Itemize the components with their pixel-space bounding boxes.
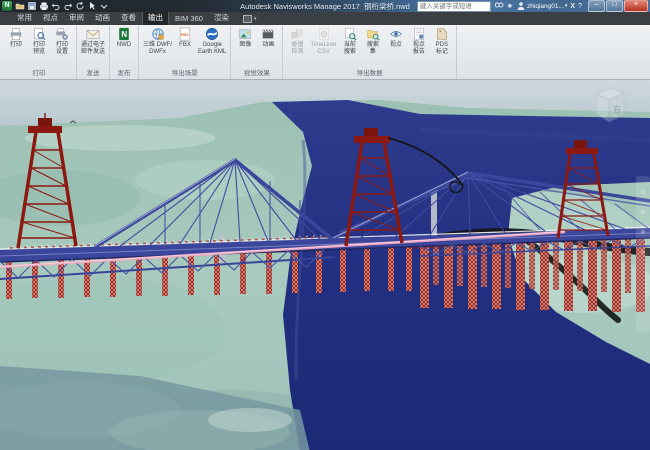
- export-dwf-button[interactable]: 三维 DWF/ DWFx: [142, 26, 173, 55]
- export-google-earth-button[interactable]: Google Earth KML: [197, 26, 227, 55]
- timeliner-csv-icon: [317, 27, 331, 41]
- group-export-data: 碰撞 检测 TimeLiner CSV 当前 搜索 搜索 集 视点: [283, 26, 456, 79]
- google-earth-icon: [205, 27, 219, 41]
- print-preview-icon: [32, 27, 46, 41]
- group-label-visuals: 视觉效果: [234, 66, 279, 79]
- print-icon[interactable]: [39, 1, 49, 11]
- tab-home[interactable]: 常用: [12, 11, 37, 25]
- ribbon-panel-icon[interactable]: [243, 15, 252, 23]
- 3d-scene-viewport[interactable]: 右: [0, 80, 650, 450]
- redo-icon[interactable]: [63, 1, 73, 11]
- viewcube-face-label: 右: [613, 104, 621, 114]
- group-export-scene: 三维 DWF/ DWFx FBX FBX Google Earth KML 导出…: [139, 26, 231, 79]
- infocenter-search-input[interactable]: [417, 1, 491, 12]
- export-image-button[interactable]: 图像: [234, 26, 256, 49]
- ribbon-minimize-caret-icon[interactable]: ▾: [254, 16, 257, 22]
- fbx-icon: FBX: [178, 27, 192, 41]
- publish-nwd-button[interactable]: N NWD: [113, 26, 135, 49]
- group-label-print: 打印: [5, 66, 73, 79]
- save-icon[interactable]: [27, 1, 37, 11]
- search-dropdown-icon[interactable]: [494, 1, 504, 11]
- export-pds-tags-button[interactable]: PDS 标记: [431, 26, 453, 55]
- export-clash-tests-button: 碰撞 检测: [286, 26, 308, 55]
- refresh-icon[interactable]: [75, 1, 85, 11]
- export-current-search-button[interactable]: 当前 搜索: [339, 26, 361, 55]
- search-sets-icon: [366, 27, 380, 41]
- document-title: 钢桁梁桥.nwd: [364, 2, 410, 11]
- svg-text:FBX: FBX: [181, 32, 189, 37]
- export-viewpoint-report-button[interactable]: 视点 报告: [408, 26, 430, 55]
- viewpoint-report-icon: [412, 27, 426, 41]
- animation-icon: [261, 27, 275, 41]
- export-search-sets-button[interactable]: 搜索 集: [362, 26, 384, 55]
- navisworks-window: N Autodesk Navisworks Manage 2017 钢桁梁桥.n…: [0, 0, 650, 450]
- group-publish: N NWD 发布: [110, 26, 139, 79]
- tab-bim360[interactable]: BIM 360: [170, 13, 208, 25]
- tab-review[interactable]: 审阅: [64, 11, 89, 25]
- navigation-bar[interactable]: [636, 176, 650, 332]
- print-preview-button[interactable]: 打印 预览: [28, 26, 50, 55]
- email-icon: [86, 27, 100, 41]
- exchange-apps-icon[interactable]: X: [570, 2, 575, 11]
- qat-more-icon[interactable]: [99, 1, 109, 11]
- group-label-publish: 发布: [113, 66, 135, 79]
- image-icon: [238, 27, 252, 41]
- tab-animation[interactable]: 动画: [90, 11, 115, 25]
- sign-in-button[interactable]: zhiqiang01... ▾: [516, 1, 567, 11]
- group-label-export-data: 导出数据: [286, 66, 452, 79]
- quick-access-toolbar: [15, 1, 109, 11]
- ribbon-tab-bar: 常用 视点 审阅 动画 查看 输出 BIM 360 渲染 ▾: [0, 12, 650, 25]
- infocenter: ★ zhiqiang01... ▾ X ? – □ ×: [417, 0, 648, 12]
- send-email-button[interactable]: 通过电子 邮件发送: [80, 26, 106, 55]
- group-visuals: 图像 动画 视觉效果: [231, 26, 283, 79]
- ribbon-output-panel: 打印 打印 预览 打印 设置 打印 通过电子 邮件发送 发送: [0, 25, 650, 80]
- print-settings-button[interactable]: 打印 设置: [51, 26, 73, 55]
- group-send: 通过电子 邮件发送 发送: [77, 26, 110, 79]
- group-label-export-scene: 导出场景: [142, 66, 227, 79]
- export-viewpoints-button[interactable]: 视点: [385, 26, 407, 49]
- viewcube[interactable]: 右: [596, 88, 624, 122]
- application-menu-button[interactable]: N: [2, 1, 12, 11]
- app-title: Autodesk Navisworks Manage 2017: [240, 2, 360, 11]
- window-controls: – □ ×: [588, 0, 648, 12]
- title-bar: N Autodesk Navisworks Manage 2017 钢桁梁桥.n…: [0, 0, 650, 12]
- tab-viewpoint[interactable]: 视点: [38, 11, 63, 25]
- viewpoints-icon: [389, 27, 403, 41]
- printer-icon: [9, 27, 23, 41]
- tab-render[interactable]: 渲染: [209, 11, 234, 25]
- clash-tests-icon: [290, 27, 304, 41]
- pds-tag-icon: [435, 27, 449, 41]
- favorites-star-icon[interactable]: ★: [507, 2, 513, 11]
- current-search-icon: [343, 27, 357, 41]
- export-animation-button[interactable]: 动画: [257, 26, 279, 49]
- open-icon[interactable]: [15, 1, 25, 11]
- minimize-button[interactable]: –: [588, 0, 605, 12]
- svg-text:N: N: [121, 30, 127, 39]
- group-print: 打印 打印 预览 打印 设置 打印: [2, 26, 77, 79]
- select-icon[interactable]: [87, 1, 97, 11]
- export-timeliner-csv-button: TimeLiner CSV: [309, 26, 337, 55]
- nwd-icon: N: [117, 27, 131, 41]
- undo-icon[interactable]: [51, 1, 61, 11]
- close-button[interactable]: ×: [624, 0, 648, 12]
- export-fbx-button[interactable]: FBX FBX: [174, 26, 196, 49]
- dwf-globe-icon: [151, 27, 165, 41]
- sign-in-label: zhiqiang01...: [527, 3, 564, 10]
- tab-view[interactable]: 查看: [116, 11, 141, 25]
- print-button[interactable]: 打印: [5, 26, 27, 49]
- tab-output[interactable]: 输出: [142, 10, 169, 25]
- help-icon[interactable]: ?: [578, 2, 582, 11]
- group-label-send: 发送: [80, 66, 106, 79]
- ribbon-display-controls: ▾: [243, 15, 257, 25]
- maximize-button[interactable]: □: [606, 0, 623, 12]
- print-settings-icon: [55, 27, 69, 41]
- ribbon-empty-space: [457, 26, 650, 79]
- user-icon: [516, 1, 526, 11]
- sign-in-caret-icon: ▾: [565, 3, 568, 9]
